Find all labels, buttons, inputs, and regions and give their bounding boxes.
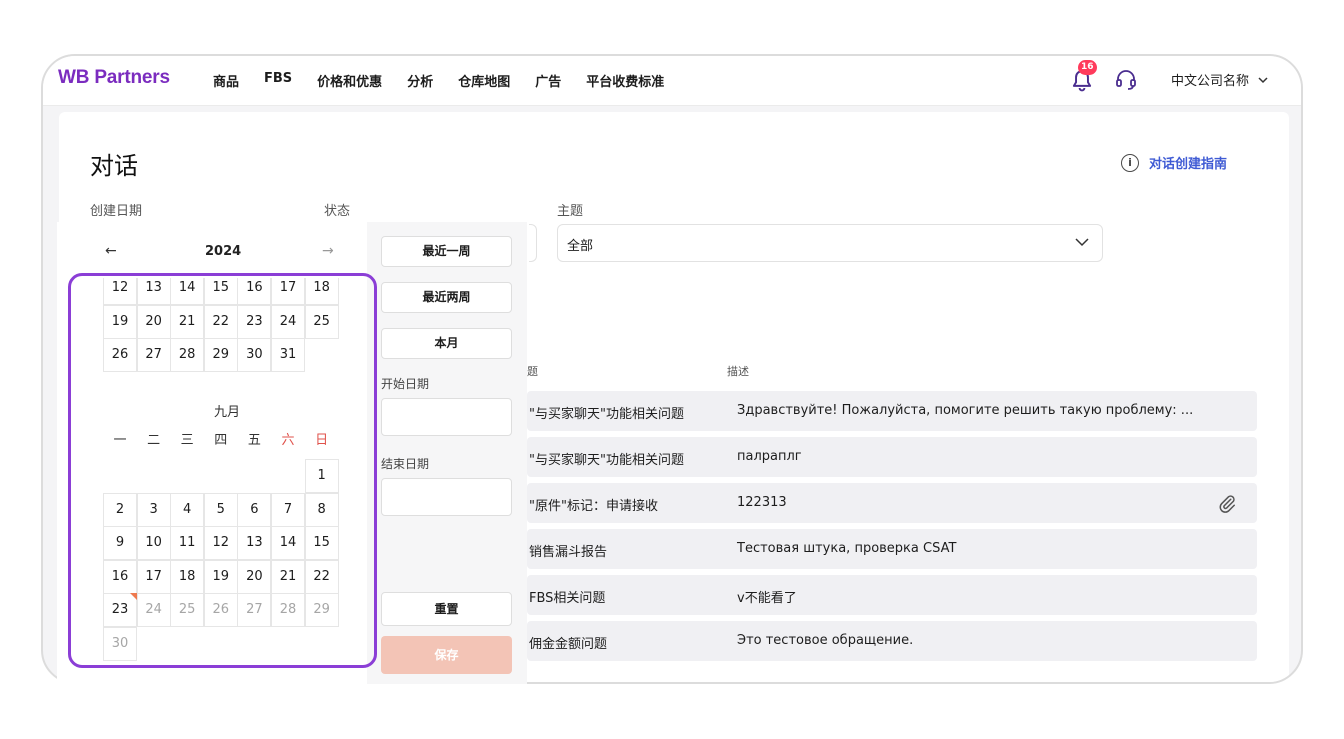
nav-item-fbs[interactable]: FBS [264, 71, 292, 90]
row-theme: 销售漏斗报告 [529, 545, 608, 560]
end-date-label: 结束日期 [381, 457, 430, 471]
theme-label: 主题 [557, 204, 584, 219]
start-date-input[interactable] [381, 398, 512, 436]
company-selector[interactable]: 中文公司名称 [1171, 70, 1269, 89]
table-row[interactable]: 佣金金额问题 Это тестовое обращение. [527, 621, 1257, 661]
start-date-label: 开始日期 [381, 377, 430, 391]
logo[interactable]: WB Partners [58, 67, 170, 89]
next-year-arrow-icon[interactable]: → [322, 243, 334, 259]
reset-button[interactable]: 重置 [381, 592, 512, 626]
nav-item-warehouse-map[interactable]: 仓库地图 [458, 71, 510, 90]
preset-last-week-button[interactable]: 最近一周 [381, 236, 512, 267]
row-description: Это тестовое обращение. [737, 633, 914, 648]
table-row[interactable]: "原件"标记：申请接收 122313 [527, 483, 1257, 523]
company-name: 中文公司名称 [1171, 74, 1250, 89]
nav-item-products[interactable]: 商品 [213, 71, 239, 90]
status-select[interactable] [529, 224, 537, 262]
column-header-theme: 题 [527, 365, 538, 378]
chevron-down-icon [1258, 76, 1268, 83]
top-navigation-bar: WB Partners 商品 FBS 价格和优惠 分析 仓库地图 广告 平台收费… [43, 56, 1301, 106]
table-row[interactable]: FBS相关问题 v不能看了 [527, 575, 1257, 615]
main-nav: 商品 FBS 价格和优惠 分析 仓库地图 广告 平台收费标准 [213, 71, 689, 90]
notification-badge: 16 [1078, 60, 1097, 75]
prev-year-arrow-icon[interactable]: ← [105, 243, 117, 259]
row-theme: "与买家聊天"功能相关问题 [529, 453, 684, 468]
row-description: Здравствуйте! Пожалуйста, помогите решит… [737, 403, 1194, 418]
row-theme: "原件"标记：申请接收 [529, 499, 658, 514]
preset-this-month-button[interactable]: 本月 [381, 328, 512, 359]
theme-select[interactable]: 全部 [557, 224, 1103, 262]
row-description: v不能看了 [737, 591, 797, 606]
nav-item-fees[interactable]: 平台收费标准 [586, 71, 664, 90]
created-date-label: 创建日期 [90, 204, 143, 219]
theme-select-value: 全部 [567, 239, 594, 254]
info-icon: i [1121, 153, 1139, 172]
nav-item-prices[interactable]: 价格和优惠 [317, 71, 382, 90]
nav-item-ads[interactable]: 广告 [535, 71, 561, 90]
save-button[interactable]: 保存 [381, 636, 512, 674]
headset-icon[interactable] [1114, 68, 1138, 92]
table-row[interactable]: "与买家聊天"功能相关问题 палраплг [527, 437, 1257, 477]
guide-link-label: 对话创建指南 [1149, 157, 1228, 172]
table-row[interactable]: 销售漏斗报告 Тестовая штука, проверка CSAT [527, 529, 1257, 569]
preset-last-two-weeks-button[interactable]: 最近两周 [381, 282, 512, 313]
row-description: 122313 [737, 495, 787, 510]
chevron-down-icon [1075, 238, 1089, 247]
page-title: 对话 [90, 152, 138, 180]
end-date-input[interactable] [381, 478, 512, 516]
paperclip-icon[interactable] [1217, 493, 1237, 513]
status-label: 状态 [324, 204, 351, 219]
row-theme: FBS相关问题 [529, 591, 606, 606]
table-row[interactable]: "与买家聊天"功能相关问题 Здравствуйте! Пожалуйста, … [527, 391, 1257, 431]
row-theme: "与买家聊天"功能相关问题 [529, 407, 684, 422]
row-theme: 佣金金额问题 [529, 637, 608, 652]
nav-item-analytics[interactable]: 分析 [407, 71, 433, 90]
calendar-year: 2024 [205, 244, 242, 259]
column-header-description: 描述 [727, 365, 749, 378]
guide-link[interactable]: i 对话创建指南 [1121, 153, 1227, 172]
row-description: палраплг [737, 449, 802, 464]
calendar-highlight-outline [68, 273, 377, 668]
row-description: Тестовая штука, проверка CSAT [737, 541, 957, 556]
